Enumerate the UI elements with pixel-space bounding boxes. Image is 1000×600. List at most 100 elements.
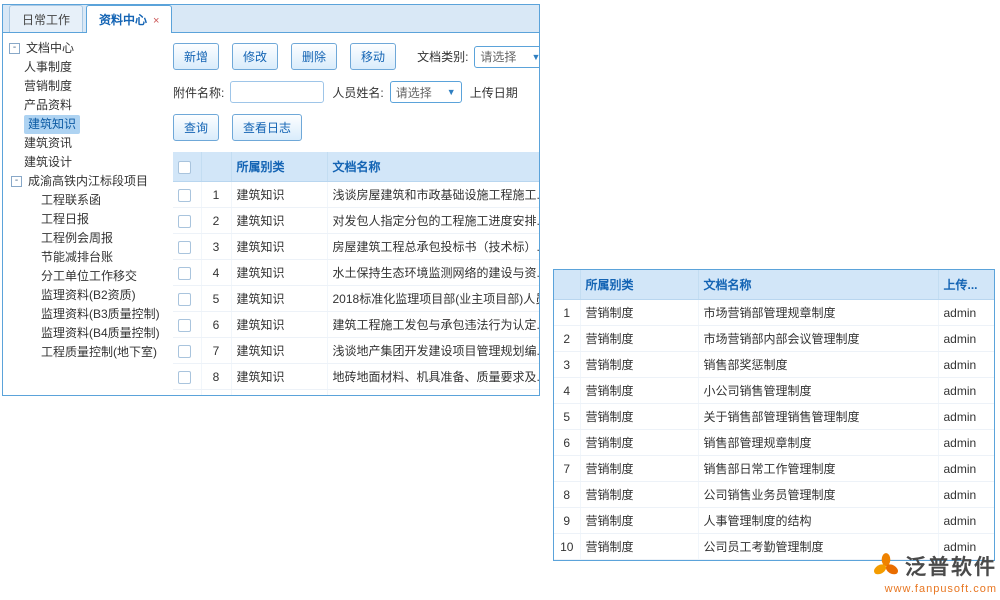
- row-doc-name: 浅谈地产集团开发建设项目管理规划编...: [327, 338, 539, 364]
- toolbar-filters: 附件名称: 人员姓名: 请选择 ▼ 上传日期: [173, 81, 539, 103]
- row-category: 建筑知识: [231, 234, 327, 260]
- document-row[interactable]: 7建筑知识浅谈地产集团开发建设项目管理规划编...: [173, 338, 539, 364]
- tree-item-label: 建筑知识: [24, 115, 80, 134]
- tree-item[interactable]: 分工单位工作移交: [5, 267, 159, 286]
- row-checkbox-cell: [173, 364, 201, 390]
- tree-item[interactable]: 建筑知识: [5, 115, 159, 134]
- document-row[interactable]: 5建筑知识2018标准化监理项目部(业主项目部)人员...: [173, 286, 539, 312]
- tree-item[interactable]: 建筑设计: [5, 153, 159, 172]
- view-log-button[interactable]: 查看日志: [232, 114, 302, 141]
- row-doc-name: 房屋建筑工程总承包投标书（技术标）...: [327, 234, 539, 260]
- document-row[interactable]: 7营销制度销售部日常工作管理制度admin: [554, 456, 994, 482]
- row-checkbox[interactable]: [178, 215, 191, 228]
- modify-button[interactable]: 修改: [232, 43, 278, 70]
- select-all-checkbox[interactable]: [178, 161, 191, 174]
- attachment-name-label: 附件名称:: [173, 84, 224, 101]
- person-name-select[interactable]: 请选择 ▼: [390, 81, 462, 103]
- tree-item[interactable]: 工程联系函: [5, 191, 159, 210]
- document-row[interactable]: 2建筑知识对发包人指定分包的工程施工进度安排...: [173, 208, 539, 234]
- close-tab-icon[interactable]: ×: [153, 15, 159, 27]
- document-row[interactable]: 1建筑知识浅谈房屋建筑和市政基础设施工程施工...: [173, 182, 539, 208]
- row-number: 6: [201, 312, 231, 338]
- tree-item[interactable]: 监理资料(B2资质): [5, 286, 159, 305]
- toolbar-actions: 新增 修改 删除 移动 文档类别: 请选择 ▼ 文档: [173, 43, 539, 70]
- tree-item-label: 成渝高铁内江标段项目: [28, 172, 148, 191]
- row-category: 营销制度: [580, 352, 698, 378]
- doc-type-value: 请选择: [480, 48, 516, 65]
- doc-type-select[interactable]: 请选择 ▼: [474, 46, 539, 68]
- row-number: 6: [554, 430, 580, 456]
- header-category: 所属别类: [580, 270, 698, 300]
- document-row[interactable]: 5营销制度关于销售部管理销售管理制度admin: [554, 404, 994, 430]
- document-row[interactable]: 9建筑知识论大厦新材料、新结构、新技术、新工...: [173, 390, 539, 396]
- tab-data-center[interactable]: 资料中心×: [86, 5, 172, 33]
- document-row[interactable]: 1营销制度市场营销部管理规章制度admin: [554, 300, 994, 326]
- marketing-table-header: 所属别类 文档名称 上传...: [554, 270, 994, 300]
- tree-item[interactable]: 工程日报: [5, 210, 159, 229]
- row-checkbox[interactable]: [178, 267, 191, 280]
- row-number: 10: [554, 534, 580, 560]
- tab-daily-work[interactable]: 日常工作: [9, 5, 83, 32]
- row-checkbox[interactable]: [178, 241, 191, 254]
- tree-item[interactable]: 监理资料(B3质量控制): [5, 305, 159, 324]
- document-row[interactable]: 4建筑知识水土保持生态环境监测网络的建设与资...: [173, 260, 539, 286]
- row-checkbox-cell: [173, 312, 201, 338]
- row-doc-name: 市场营销部管理规章制度: [698, 300, 938, 326]
- document-row[interactable]: 3营销制度销售部奖惩制度admin: [554, 352, 994, 378]
- row-uploader: admin: [938, 456, 994, 482]
- tree-item[interactable]: 工程例会周报: [5, 229, 159, 248]
- document-row[interactable]: 6营销制度销售部管理规章制度admin: [554, 430, 994, 456]
- tree-item-label: 工程质量控制(地下室): [41, 343, 157, 362]
- tree-item[interactable]: 建筑资讯: [5, 134, 159, 153]
- row-category: 营销制度: [580, 534, 698, 560]
- tree-item[interactable]: 工程质量控制(地下室): [5, 343, 159, 362]
- row-checkbox[interactable]: [178, 293, 191, 306]
- row-checkbox-cell: [173, 286, 201, 312]
- row-number: 2: [201, 208, 231, 234]
- row-checkbox[interactable]: [178, 319, 191, 332]
- header-doc-name: 文档名称: [327, 152, 539, 182]
- tree-item[interactable]: -文档中心: [5, 39, 159, 58]
- delete-button[interactable]: 删除: [291, 43, 337, 70]
- header-number: [201, 152, 231, 182]
- row-checkbox[interactable]: [178, 345, 191, 358]
- header-number: [554, 270, 580, 300]
- row-category: 建筑知识: [231, 390, 327, 396]
- row-checkbox-cell: [173, 338, 201, 364]
- tab-bar: 日常工作 资料中心×: [3, 5, 539, 33]
- document-row[interactable]: 8建筑知识地砖地面材料、机具准备、质量要求及...: [173, 364, 539, 390]
- tree-item-label: 建筑资讯: [24, 134, 72, 153]
- move-button[interactable]: 移动: [350, 43, 396, 70]
- collapse-icon[interactable]: -: [9, 43, 20, 54]
- tree-item[interactable]: 监理资料(B4质量控制): [5, 324, 159, 343]
- document-row[interactable]: 3建筑知识房屋建筑工程总承包投标书（技术标）...: [173, 234, 539, 260]
- tree-item[interactable]: 节能减排台账: [5, 248, 159, 267]
- row-doc-name: 销售部奖惩制度: [698, 352, 938, 378]
- row-doc-name: 人事管理制度的结构: [698, 508, 938, 534]
- document-row[interactable]: 2营销制度市场营销部内部会议管理制度admin: [554, 326, 994, 352]
- row-number: 4: [554, 378, 580, 404]
- collapse-icon[interactable]: -: [11, 176, 22, 187]
- document-row[interactable]: 6建筑知识建筑工程施工发包与承包违法行为认定...: [173, 312, 539, 338]
- tree-item-label: 产品资料: [24, 96, 72, 115]
- document-row[interactable]: 4营销制度小公司销售管理制度admin: [554, 378, 994, 404]
- tree-item-label: 营销制度: [24, 77, 72, 96]
- header-doc-name: 文档名称: [698, 270, 938, 300]
- query-button[interactable]: 查询: [173, 114, 219, 141]
- tree-item[interactable]: 人事制度: [5, 58, 159, 77]
- tree-item[interactable]: 产品资料: [5, 96, 159, 115]
- row-category: 建筑知识: [231, 364, 327, 390]
- row-checkbox[interactable]: [178, 371, 191, 384]
- row-doc-name: 建筑工程施工发包与承包违法行为认定...: [327, 312, 539, 338]
- documents-table: 所属别类 文档名称 1建筑知识浅谈房屋建筑和市政基础设施工程施工...2建筑知识…: [173, 152, 539, 395]
- row-category: 营销制度: [580, 326, 698, 352]
- add-button[interactable]: 新增: [173, 43, 219, 70]
- attachment-name-input[interactable]: [230, 81, 324, 103]
- row-checkbox[interactable]: [178, 189, 191, 202]
- document-row[interactable]: 9营销制度人事管理制度的结构admin: [554, 508, 994, 534]
- document-row[interactable]: 8营销制度公司销售业务员管理制度admin: [554, 482, 994, 508]
- tree-item-label: 分工单位工作移交: [41, 267, 137, 286]
- tree-item[interactable]: -成渝高铁内江标段项目: [5, 172, 159, 191]
- row-number: 8: [554, 482, 580, 508]
- tree-item[interactable]: 营销制度: [5, 77, 159, 96]
